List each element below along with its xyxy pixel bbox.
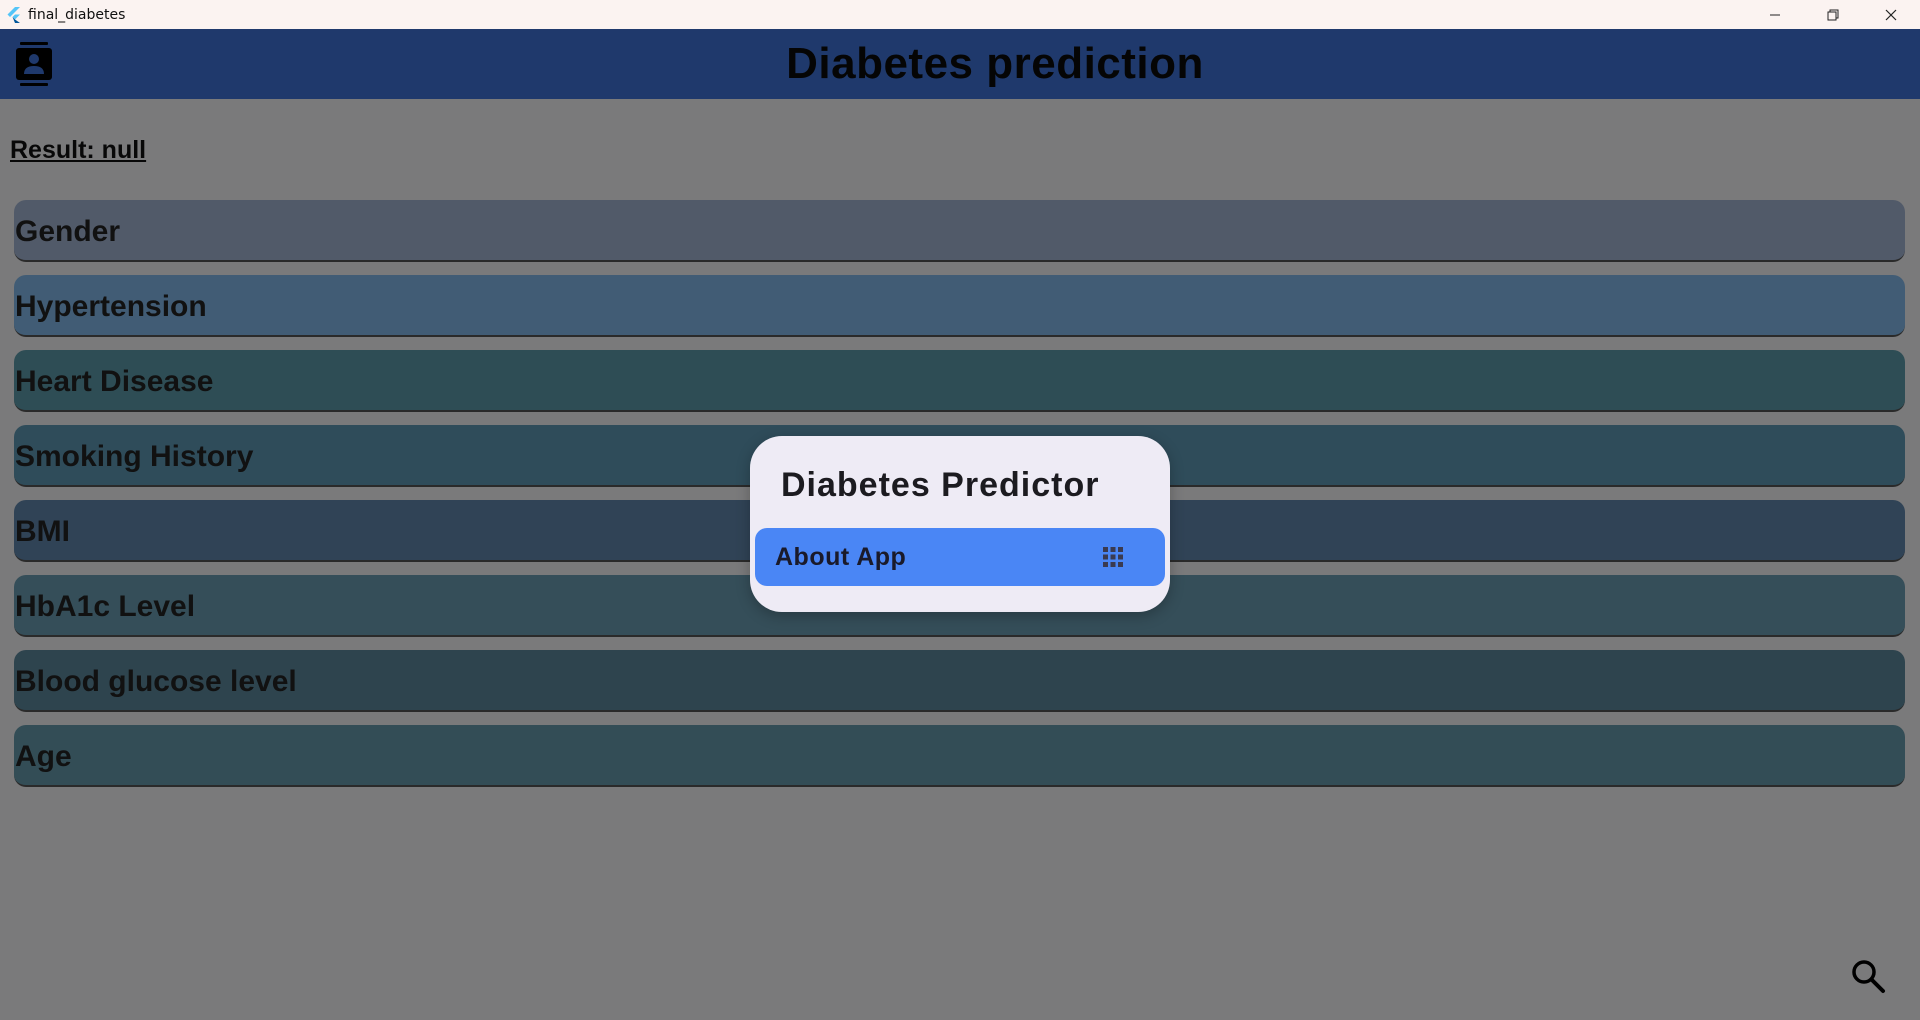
about-app-button[interactable]: About App <box>755 528 1165 586</box>
about-app-label: About App <box>775 542 907 571</box>
window-titlebar: final_diabetes <box>0 0 1920 29</box>
dialog-title: Diabetes Predictor <box>781 466 1100 504</box>
close-icon[interactable] <box>1862 0 1920 29</box>
window-title: final_diabetes <box>28 6 126 23</box>
apps-grid-icon <box>1103 547 1123 567</box>
restore-icon[interactable] <box>1804 0 1862 29</box>
menu-dialog: Diabetes Predictor About App <box>750 436 1170 612</box>
minimize-icon[interactable] <box>1746 0 1804 29</box>
flutter-logo-icon <box>6 6 22 23</box>
